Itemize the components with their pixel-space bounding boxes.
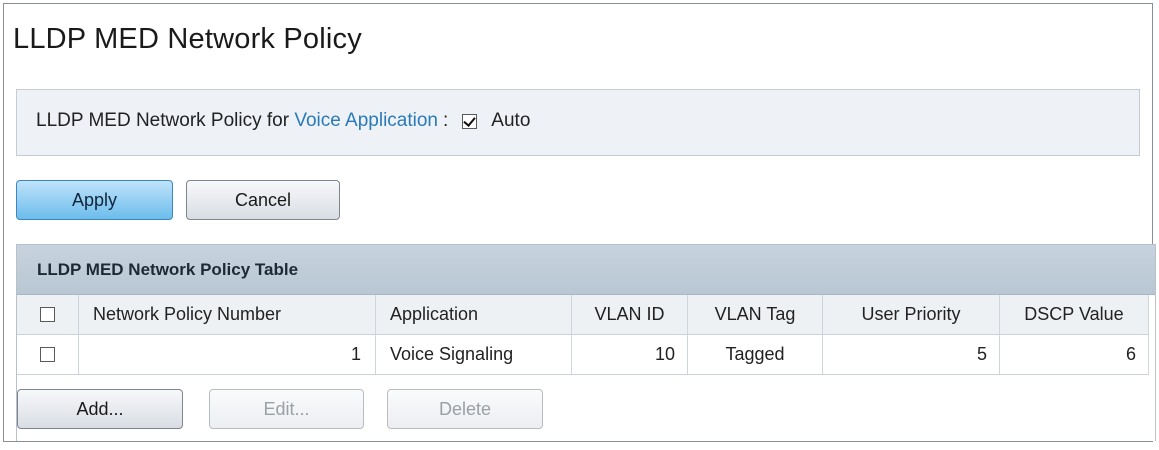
select-all-cell xyxy=(17,295,79,334)
network-policy-table: LLDP MED Network Policy Table Network Po… xyxy=(16,244,1156,441)
table-header-row: Network Policy Number Application VLAN I… xyxy=(17,295,1149,335)
table-actions: Add... Edit... Delete xyxy=(17,375,1155,441)
cell-vlan-tag: Tagged xyxy=(688,335,823,374)
select-all-checkbox[interactable] xyxy=(40,307,55,322)
auto-label: Auto xyxy=(491,110,531,131)
setting-colon: : xyxy=(443,110,449,131)
setting-label: LLDP MED Network Policy for xyxy=(36,110,295,131)
cell-vlan-id: 10 xyxy=(572,335,688,374)
auto-checkbox[interactable] xyxy=(462,113,478,129)
row-select-checkbox[interactable] xyxy=(40,347,55,362)
page-title: LLDP MED Network Policy xyxy=(13,23,362,55)
edit-button: Edit... xyxy=(209,389,364,429)
cancel-button[interactable]: Cancel xyxy=(186,180,340,220)
settings-panel: LLDP MED Network Policy for Voice Applic… xyxy=(16,89,1140,156)
voice-application-link[interactable]: Voice Application xyxy=(294,110,438,132)
table-title: LLDP MED Network Policy Table xyxy=(17,245,1155,295)
column-header-application[interactable]: Application xyxy=(376,295,572,334)
column-header-vlan-id[interactable]: VLAN ID xyxy=(572,295,688,334)
cell-network-policy-number: 1 xyxy=(79,335,376,374)
page-frame: LLDP MED Network Policy LLDP MED Network… xyxy=(3,3,1156,442)
apply-button[interactable]: Apply xyxy=(16,180,173,220)
cell-dscp-value: 6 xyxy=(1000,335,1149,374)
column-header-vlan-tag[interactable]: VLAN Tag xyxy=(688,295,823,334)
column-header-dscp-value[interactable]: DSCP Value xyxy=(1000,295,1149,334)
column-header-network-policy-number[interactable]: Network Policy Number xyxy=(79,295,376,334)
table-row[interactable]: 1 Voice Signaling 10 Tagged 5 6 xyxy=(17,335,1149,375)
delete-button: Delete xyxy=(387,389,543,429)
column-header-user-priority[interactable]: User Priority xyxy=(823,295,1000,334)
row-select-cell xyxy=(17,335,79,374)
add-button[interactable]: Add... xyxy=(17,389,183,429)
voice-application-setting: LLDP MED Network Policy for Voice Applic… xyxy=(36,110,530,132)
cell-application: Voice Signaling xyxy=(376,335,572,374)
cell-user-priority: 5 xyxy=(823,335,1000,374)
